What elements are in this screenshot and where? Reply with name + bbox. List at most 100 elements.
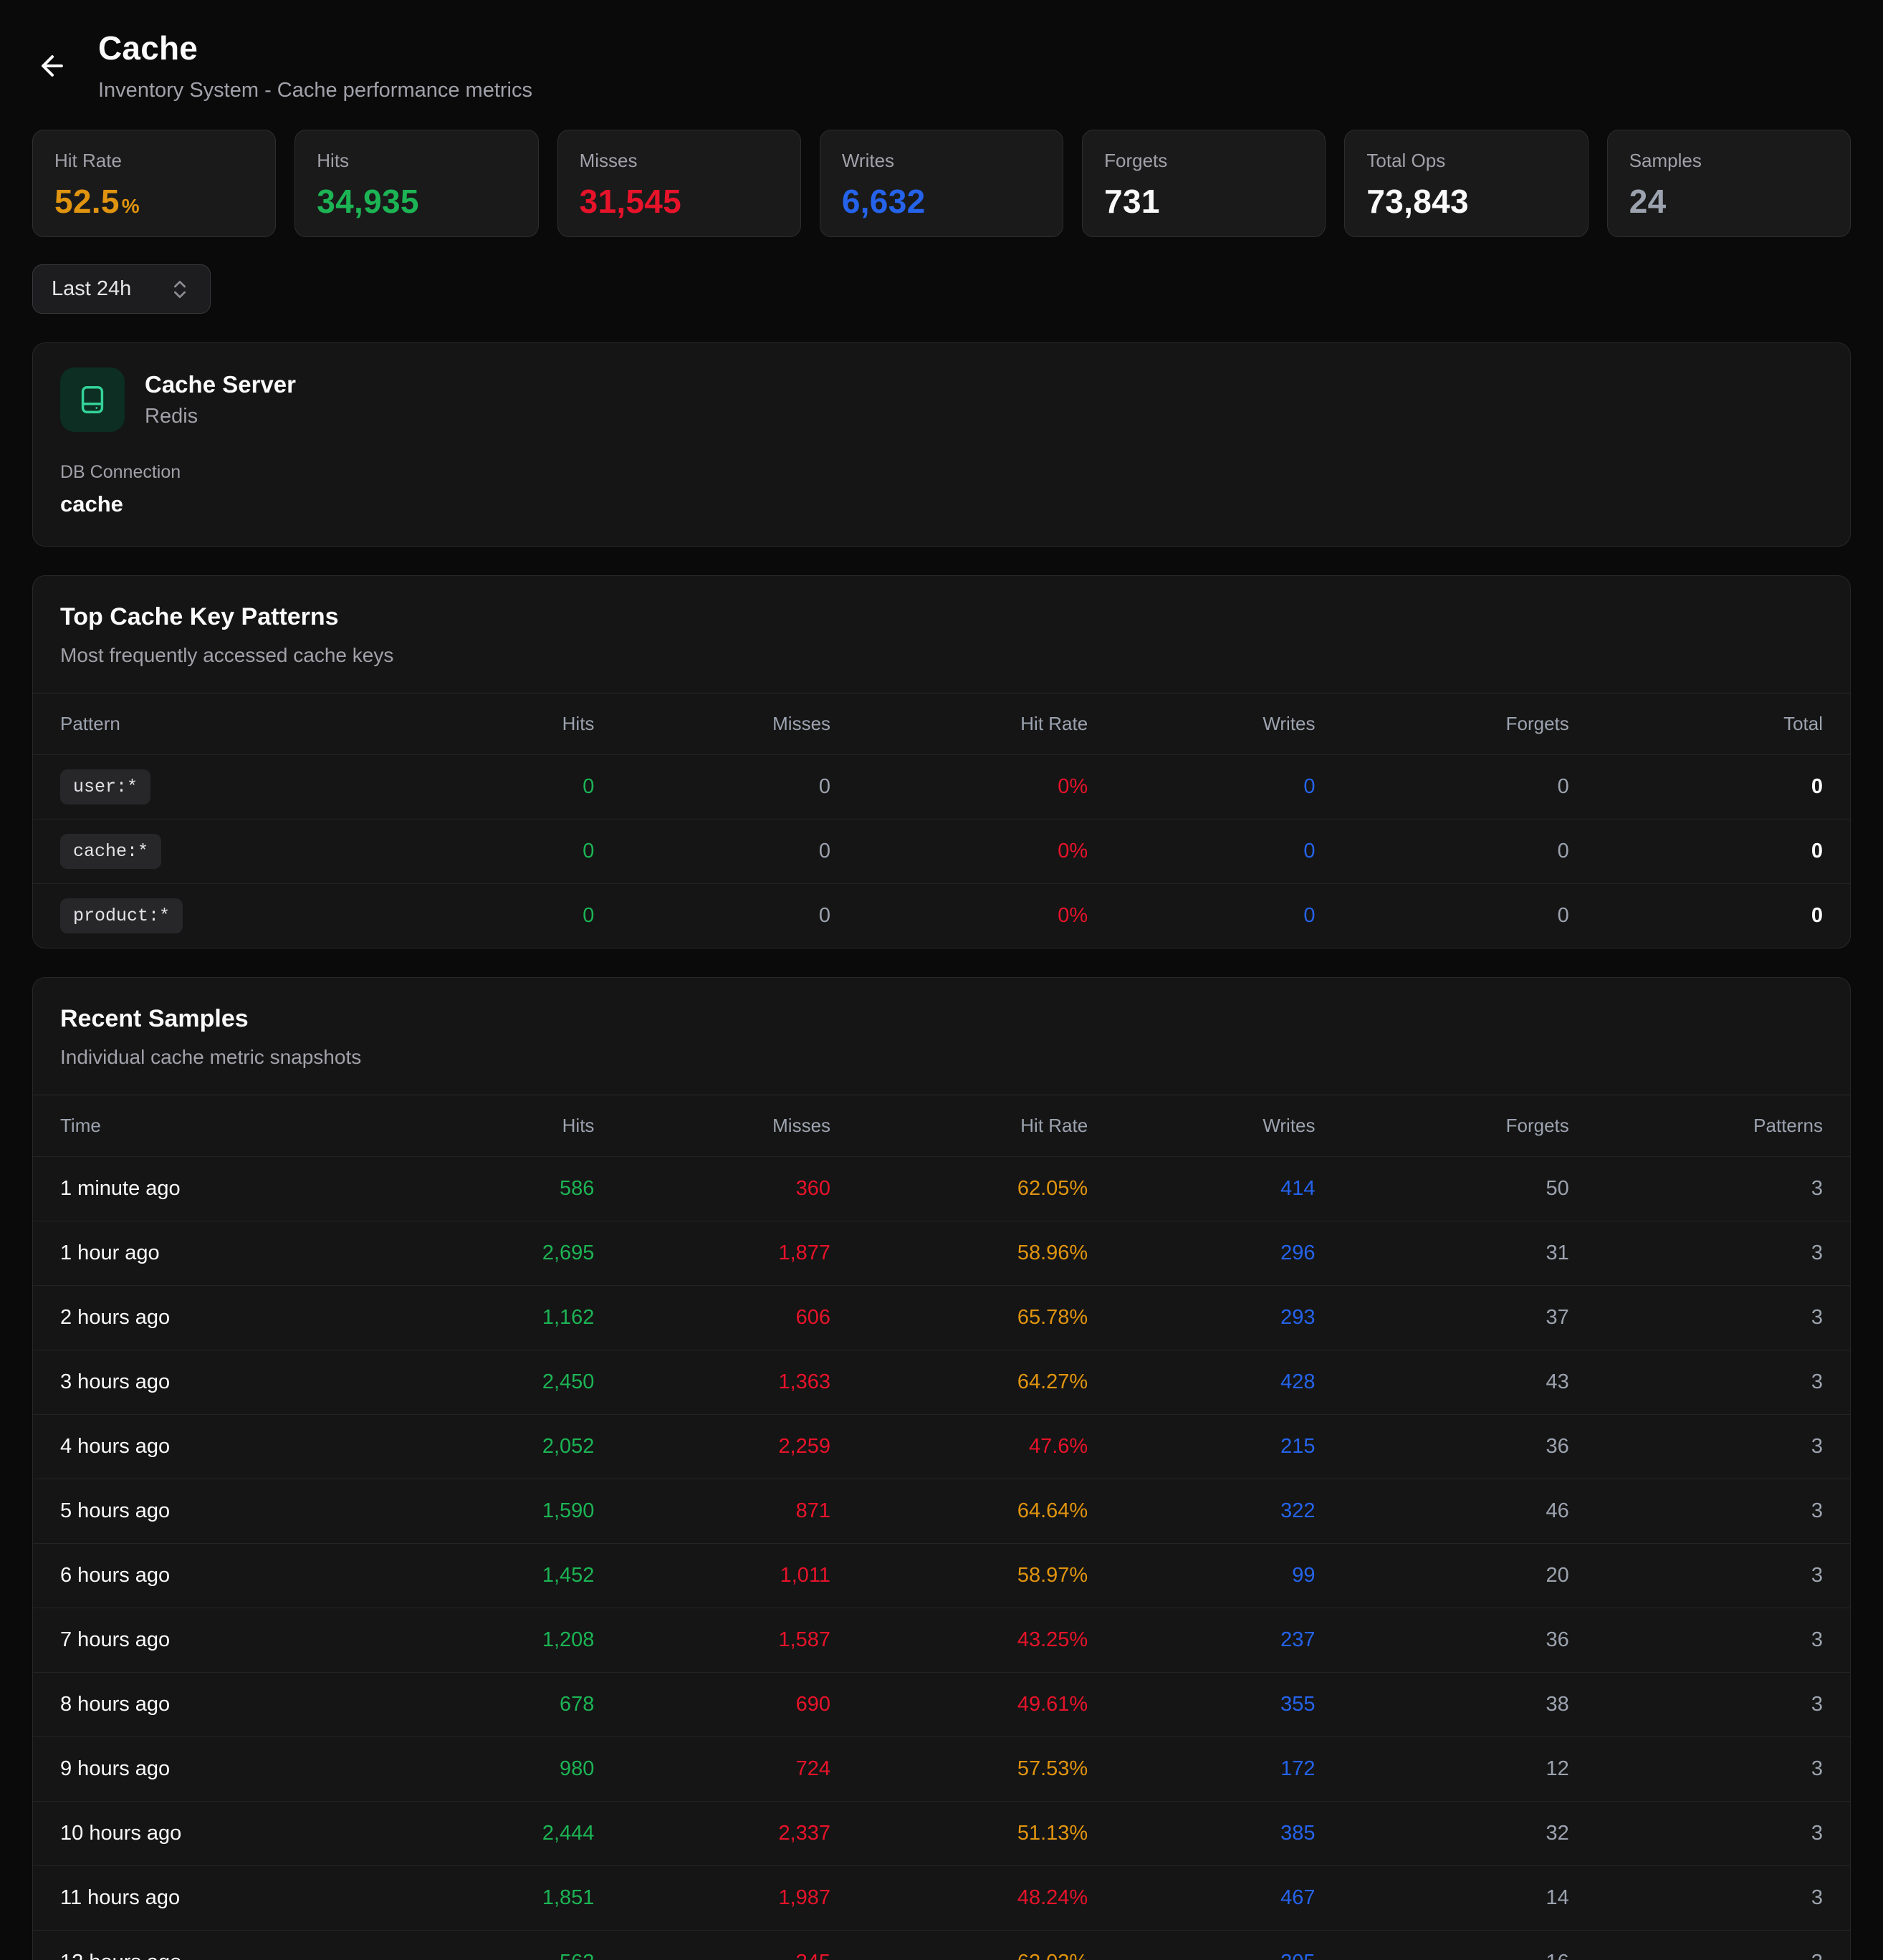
patterns-title: Top Cache Key Patterns [60,603,1823,631]
forgets-cell: 0 [1316,775,1569,799]
patterns-count-cell: 3 [1569,1564,1823,1587]
hit-rate-cell: 64.64% [830,1499,1088,1523]
hits-cell: 0 [337,775,594,799]
back-button[interactable] [32,46,72,86]
hits-cell: 1,851 [337,1886,594,1910]
patterns-count-cell: 3 [1569,1628,1823,1652]
table-row: 7 hours ago1,2081,58743.25%237363 [33,1608,1850,1672]
table-row: 8 hours ago67869049.61%355383 [33,1672,1850,1736]
writes-cell: 172 [1088,1757,1315,1781]
misses-cell: 0 [594,904,830,928]
samples-table-body: 1 minute ago58636062.05%4145031 hour ago… [33,1156,1850,1960]
misses-cell: 0 [594,840,830,863]
patterns-count-cell: 3 [1569,1499,1823,1523]
forgets-cell: 46 [1316,1499,1569,1523]
samples-title: Recent Samples [60,1005,1823,1033]
patterns-count-cell: 3 [1569,1886,1823,1910]
total-cell: 0 [1569,775,1823,799]
time-range-value: Last 24h [52,277,131,301]
stat-value: 6,632 [842,182,1041,221]
column-header-pattern: Pattern [60,713,337,735]
column-header-hits: Hits [337,713,594,735]
patterns-count-cell: 3 [1569,1693,1823,1716]
table-row: product:*000%000 [33,883,1850,948]
misses-cell: 1,011 [594,1564,830,1587]
time-cell: 10 hours ago [60,1822,337,1845]
hard-drive-icon [76,383,109,416]
time-cell: 7 hours ago [60,1628,337,1652]
misses-cell: 2,337 [594,1822,830,1845]
column-header-misses: Misses [594,1115,830,1137]
column-header-misses: Misses [594,713,830,735]
hits-cell: 2,052 [337,1435,594,1459]
misses-cell: 1,877 [594,1241,830,1265]
column-header-time: Time [60,1115,337,1137]
total-cell: 0 [1569,840,1823,863]
column-header-writes: Writes [1088,713,1315,735]
stat-card-hit-rate: Hit Rate 52.5% [32,130,276,237]
column-header-hit-rate: Hit Rate [830,713,1088,735]
hits-cell: 1,162 [337,1306,594,1330]
time-cell: 6 hours ago [60,1564,337,1587]
samples-panel: Recent Samples Individual cache metric s… [32,977,1851,1960]
forgets-cell: 20 [1316,1564,1569,1587]
misses-cell: 1,363 [594,1370,830,1394]
misses-cell: 2,259 [594,1435,830,1459]
stat-value: 24 [1629,182,1829,221]
column-header-patterns: Patterns [1569,1115,1823,1137]
stat-value: 52.5% [54,182,254,221]
hits-cell: 562 [337,1951,594,1960]
stat-card-total-ops: Total Ops 73,843 [1344,130,1588,237]
hit-rate-cell: 57.53% [830,1757,1088,1781]
hits-cell: 0 [337,904,594,928]
table-row: cache:*000%000 [33,819,1850,883]
misses-cell: 0 [594,775,830,799]
time-cell: 12 hours ago [60,1951,337,1960]
hits-cell: 1,208 [337,1628,594,1652]
stat-value: 31,545 [580,182,779,221]
writes-cell: 293 [1088,1306,1315,1330]
pattern-badge: cache:* [60,834,161,869]
column-header-hits: Hits [337,1115,594,1137]
time-range-select[interactable]: Last 24h [32,264,211,314]
forgets-cell: 38 [1316,1693,1569,1716]
stat-label: Misses [580,150,779,172]
table-row: 10 hours ago2,4442,33751.13%385323 [33,1801,1850,1865]
stat-value: 73,843 [1366,182,1566,221]
forgets-cell: 36 [1316,1435,1569,1459]
forgets-cell: 37 [1316,1306,1569,1330]
writes-cell: 428 [1088,1370,1315,1394]
time-cell: 5 hours ago [60,1499,337,1523]
pattern-cell: cache:* [60,834,337,869]
title-block: Cache Inventory System - Cache performan… [98,29,532,102]
hits-cell: 586 [337,1177,594,1201]
writes-cell: 237 [1088,1628,1315,1652]
patterns-table-header: PatternHitsMissesHit RateWritesForgetsTo… [33,693,1850,754]
column-header-forgets: Forgets [1316,713,1569,735]
writes-cell: 0 [1088,775,1315,799]
hit-rate-cell: 58.97% [830,1564,1088,1587]
hit-rate-cell: 58.96% [830,1241,1088,1265]
column-header-hit-rate: Hit Rate [830,1115,1088,1137]
hits-cell: 0 [337,840,594,863]
stat-label: Total Ops [1366,150,1566,172]
misses-cell: 345 [594,1951,830,1960]
time-cell: 9 hours ago [60,1757,337,1781]
column-header-total: Total [1569,713,1823,735]
misses-cell: 360 [594,1177,830,1201]
forgets-cell: 0 [1316,904,1569,928]
forgets-cell: 12 [1316,1757,1569,1781]
misses-cell: 724 [594,1757,830,1781]
writes-cell: 215 [1088,1435,1315,1459]
stat-label: Hit Rate [54,150,254,172]
hits-cell: 1,590 [337,1499,594,1523]
patterns-count-cell: 3 [1569,1241,1823,1265]
hit-rate-cell: 65.78% [830,1306,1088,1330]
writes-cell: 0 [1088,840,1315,863]
hits-cell: 2,444 [337,1822,594,1845]
pattern-badge: product:* [60,898,183,933]
table-row: 6 hours ago1,4521,01158.97%99203 [33,1543,1850,1608]
page-title: Cache [98,29,532,67]
hit-rate-cell: 62.05% [830,1177,1088,1201]
patterns-count-cell: 3 [1569,1951,1823,1960]
